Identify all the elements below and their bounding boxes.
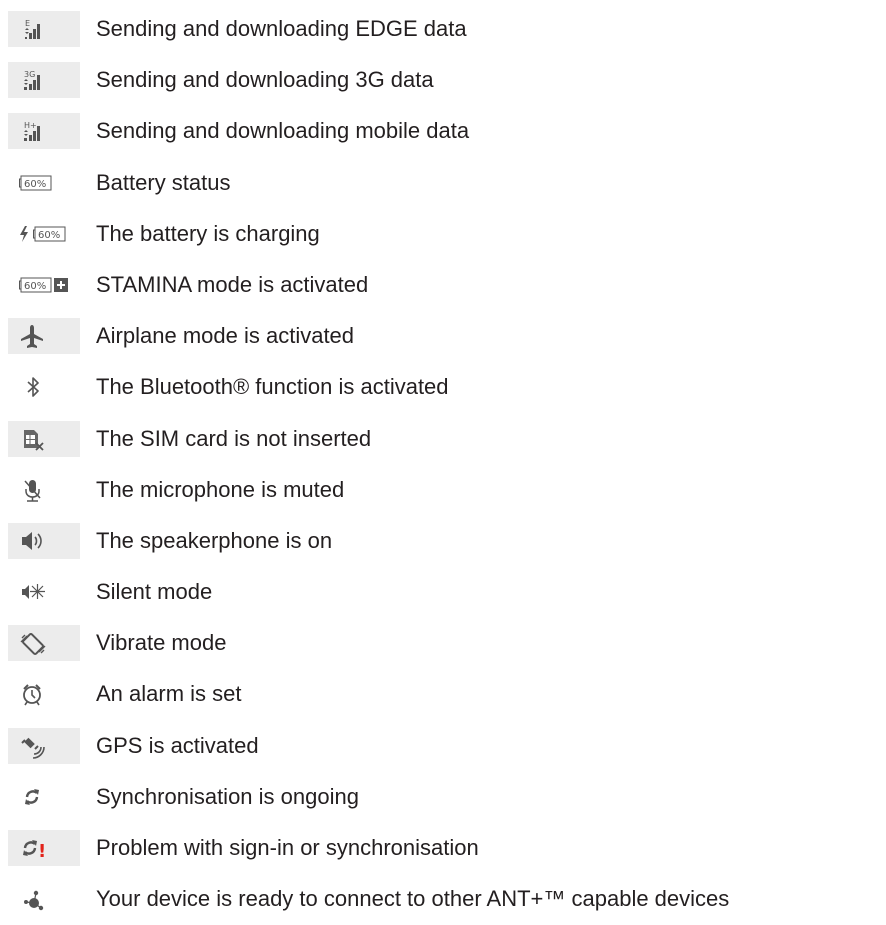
mic-muted-icon	[8, 472, 80, 508]
list-item: Silent mode	[0, 567, 886, 618]
list-item: Airplane mode is activated	[0, 311, 886, 362]
list-item-label: Vibrate mode	[96, 630, 227, 656]
list-item-label: STAMINA mode is activated	[96, 271, 369, 297]
list-item: The SIM card is not inserted	[0, 414, 886, 465]
list-item: 60% Battery status	[0, 158, 886, 209]
svg-text:H+: H+	[24, 121, 37, 130]
speakerphone-icon	[8, 522, 80, 559]
svg-text:60%: 60%	[24, 179, 46, 190]
bluetooth-icon	[8, 369, 80, 405]
list-item-label: Sending and downloading 3G data	[96, 67, 434, 93]
svg-text:60%: 60%	[38, 230, 60, 241]
list-item: An alarm is set	[0, 669, 886, 720]
list-item-label: GPS is activated	[96, 732, 259, 758]
list-item-label: Your device is ready to connect to other…	[96, 886, 730, 912]
airplane-icon	[8, 318, 80, 355]
list-item-label: Problem with sign-in or synchronisation	[96, 835, 479, 860]
list-item: 3G Sending and downloading 3G data	[0, 55, 886, 106]
svg-text:!: !	[38, 841, 46, 862]
mobile-data-icon: H+	[8, 113, 80, 150]
list-item: 60% The battery is charging	[0, 209, 886, 260]
status-icon-list: E Sending and downloading EDGE data 3G S…	[0, 4, 886, 925]
list-item-label: Sending and downloading mobile data	[96, 118, 470, 144]
list-item: Your device is ready to connect to other…	[0, 874, 886, 925]
list-item-label: The SIM card is not inserted	[96, 425, 372, 451]
battery-icon: 60%	[8, 165, 80, 201]
list-item: The speakerphone is on	[0, 516, 886, 567]
alarm-icon	[8, 676, 80, 712]
list-item: The microphone is muted	[0, 465, 886, 516]
list-item-label: The Bluetooth® function is activated	[96, 374, 449, 400]
svg-text:60%: 60%	[24, 281, 46, 292]
list-item: Synchronisation is ongoing	[0, 772, 886, 823]
vibrate-mode-icon	[8, 625, 80, 662]
sim-missing-icon	[8, 420, 80, 457]
3g-data-icon: 3G	[8, 62, 80, 99]
silent-mode-icon	[8, 574, 80, 610]
list-item-label: An alarm is set	[96, 681, 242, 707]
list-item: H+ Sending and downloading mobile data	[0, 106, 886, 157]
svg-text:E: E	[25, 19, 30, 28]
list-item-label: The speakerphone is on	[96, 527, 333, 553]
list-item: 60% STAMINA mode is activated	[0, 260, 886, 311]
list-item-label: Sending and downloading EDGE data	[96, 16, 467, 41]
stamina-icon: 60%	[8, 267, 80, 303]
sync-problem-icon: !	[8, 830, 80, 866]
list-item-label: Battery status	[96, 169, 231, 195]
list-item-label: Silent mode	[96, 579, 213, 605]
sync-icon	[8, 779, 80, 815]
edge-data-icon: E	[8, 11, 80, 47]
battery-charging-icon: 60%	[8, 216, 80, 252]
list-item: ! Problem with sign-in or synchronisatio…	[0, 823, 886, 874]
list-item-label: Synchronisation is ongoing	[96, 783, 359, 809]
list-item-label: The microphone is muted	[96, 476, 345, 502]
list-item-label: Airplane mode is activated	[96, 323, 355, 349]
list-item-label: The battery is charging	[96, 220, 320, 246]
svg-text:3G: 3G	[24, 70, 35, 79]
ant-plus-icon	[8, 881, 80, 917]
list-item: The Bluetooth® function is activated	[0, 362, 886, 413]
list-item: GPS is activated	[0, 721, 886, 772]
list-item: E Sending and downloading EDGE data	[0, 4, 886, 55]
list-item: Vibrate mode	[0, 618, 886, 669]
gps-icon	[8, 727, 80, 764]
